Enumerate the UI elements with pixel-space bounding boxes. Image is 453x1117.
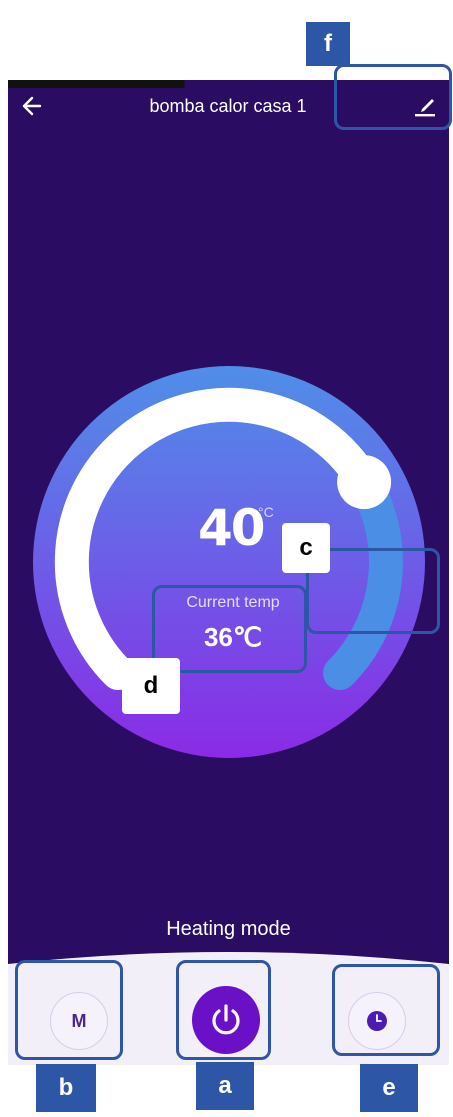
callout-box-f xyxy=(334,64,452,130)
callout-box-b xyxy=(15,960,123,1060)
callout-label-d: d xyxy=(122,658,180,714)
callout-label-e: e xyxy=(360,1064,418,1112)
callout-label-f: f xyxy=(306,22,350,66)
callout-label-a: a xyxy=(196,1062,254,1110)
setpoint-value: 40 xyxy=(198,499,266,557)
callout-label-c: c xyxy=(282,523,330,573)
callout-box-a xyxy=(176,960,271,1060)
page-title: bomba calor casa 1 xyxy=(149,96,307,116)
arrow-left-icon[interactable] xyxy=(18,94,46,118)
setpoint-unit: °C xyxy=(258,504,274,520)
callout-box-e xyxy=(332,964,440,1056)
callout-label-b: b xyxy=(36,1064,96,1112)
mode-label: Heating mode xyxy=(166,918,291,940)
setpoint-knob[interactable] xyxy=(337,455,392,510)
